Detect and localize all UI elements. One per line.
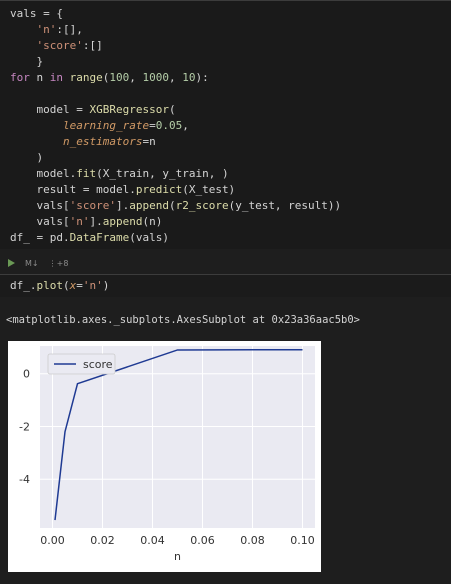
code-cell-2[interactable]: df_.plot(x='n') <box>0 274 451 297</box>
code-cell-1[interactable]: vals = { 'n':[], 'score':[] } for n in ra… <box>0 0 451 249</box>
code-line: model = XGBRegressor( <box>10 103 176 116</box>
code-line: vals = { <box>10 7 63 20</box>
code-line: vals['score'].append(r2_score(y_test, re… <box>10 199 342 212</box>
x-tick-label: 0.02 <box>90 534 115 547</box>
code-line: for n in range(100, 1000, 10): <box>10 71 209 84</box>
code-line: n_estimators=n <box>62 135 156 148</box>
code-line: 'score':[] <box>36 39 103 52</box>
code-line: df_ = pd.DataFrame(vals) <box>10 231 169 244</box>
code-line: result = model.predict(X_test) <box>10 183 236 196</box>
x-tick-label: 0.06 <box>190 534 215 547</box>
y-tick-label: -4 <box>19 473 30 486</box>
y-tick-label: 0 <box>23 368 30 381</box>
code-line: vals['n'].append(n) <box>10 215 163 228</box>
code-line: learning_rate=0.05, <box>62 119 189 132</box>
x-tick-label: 0.10 <box>290 534 315 547</box>
code-line: ) <box>10 151 44 164</box>
x-axis-label: n <box>174 550 181 563</box>
split-cell-button[interactable]: ⋮+8 <box>49 259 69 268</box>
cell-toolbar: M↓ ⋮+8 <box>8 256 68 270</box>
legend-label: score <box>83 358 113 371</box>
plot-figure: 0.00 0.02 0.04 0.06 0.08 0.10 0 -2 -4 n score <box>8 341 321 572</box>
code-line: } <box>10 55 44 68</box>
cell-output-text: <matplotlib.axes._subplots.AxesSubplot a… <box>6 314 361 326</box>
line-chart: 0.00 0.02 0.04 0.06 0.08 0.10 0 -2 -4 n score <box>19 346 315 563</box>
y-tick-label: -2 <box>19 420 30 433</box>
code-line: df_.plot(x='n') <box>10 279 110 292</box>
markdown-toggle-button[interactable]: M↓ <box>25 259 39 268</box>
x-tick-label: 0.00 <box>40 534 65 547</box>
x-tick-label: 0.04 <box>140 534 165 547</box>
x-tick-label: 0.08 <box>240 534 265 547</box>
run-cell-icon[interactable] <box>8 259 15 267</box>
code-line: 'n':[], <box>36 23 83 36</box>
code-line: model.fit(X_train, y_train, ) <box>10 167 229 180</box>
